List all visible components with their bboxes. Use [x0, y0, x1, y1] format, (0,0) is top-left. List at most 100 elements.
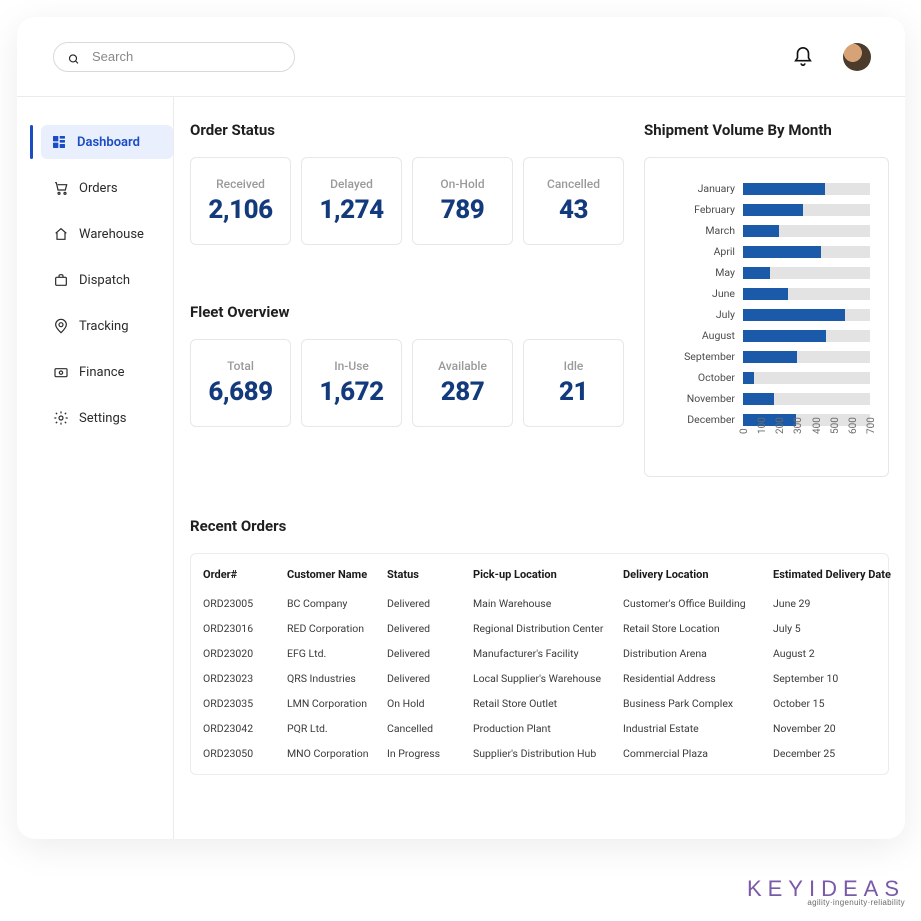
table-row[interactable]: ORD23005BC CompanyDeliveredMain Warehous… — [203, 591, 876, 616]
table-cell: November 20 — [773, 722, 893, 735]
stat-label: Total — [227, 359, 254, 373]
notifications-button[interactable] — [789, 43, 817, 71]
pin-icon — [53, 318, 69, 334]
chart-bar — [743, 225, 870, 237]
avatar[interactable] — [843, 43, 871, 71]
table-row[interactable]: ORD23035LMN CorporationOn HoldRetail Sto… — [203, 691, 876, 716]
table-cell: QRS Industries — [287, 672, 387, 685]
sidebar-item-label: Settings — [79, 411, 126, 426]
stat-label: In-Use — [334, 359, 369, 373]
stat-label: Idle — [564, 359, 584, 373]
sidebar-item-label: Tracking — [79, 319, 129, 334]
table-row[interactable]: ORD23023QRS IndustriesDeliveredLocal Sup… — [203, 666, 876, 691]
cart-icon — [53, 180, 69, 196]
order-status-title: Order Status — [190, 121, 628, 139]
chart-title: Shipment Volume By Month — [644, 121, 889, 139]
table-cell: Manufacturer's Facility — [473, 647, 623, 660]
table-cell: December 25 — [773, 747, 893, 760]
stat-label: Available — [438, 359, 487, 373]
main-content: Order Status Received2,106Delayed1,274On… — [174, 97, 905, 839]
home-icon — [53, 226, 69, 242]
chart-category-label: January — [651, 182, 743, 195]
table-cell: Retail Store Location — [623, 622, 773, 635]
chart-bar — [743, 246, 870, 258]
order-status-card-cancelled: Cancelled43 — [523, 157, 624, 245]
table-row[interactable]: ORD23020EFG Ltd.DeliveredManufacturer's … — [203, 641, 876, 666]
money-icon — [53, 364, 69, 380]
sidebar-item-orders[interactable]: Orders — [43, 171, 173, 205]
brand-footer: KEYIDEAS agility·ingenuity·reliability — [747, 876, 905, 907]
chart-bar — [743, 267, 870, 279]
table-row[interactable]: ORD23016RED CorporationDeliveredRegional… — [203, 616, 876, 641]
sidebar-item-dashboard[interactable]: Dashboard — [41, 125, 173, 159]
chart-category-label: August — [651, 329, 743, 342]
table-cell: BC Company — [287, 597, 387, 610]
table-cell: PQR Ltd. — [287, 722, 387, 735]
table-row[interactable]: ORD23050MNO CorporationIn ProgressSuppli… — [203, 741, 876, 766]
grid-icon — [51, 134, 67, 150]
table-cell: Delivered — [387, 647, 473, 660]
sidebar-item-label: Warehouse — [79, 227, 144, 242]
sidebar-item-dispatch[interactable]: Dispatch — [43, 263, 173, 297]
table-cell: July 5 — [773, 622, 893, 635]
stat-value: 1,274 — [319, 195, 383, 225]
table-cell: Delivered — [387, 622, 473, 635]
sidebar-item-tracking[interactable]: Tracking — [43, 309, 173, 343]
sidebar-item-label: Finance — [79, 365, 124, 380]
sidebar-item-finance[interactable]: Finance — [43, 355, 173, 389]
recent-orders-table: Order#Customer NameStatusPick-up Locatio… — [190, 553, 889, 775]
chart-tick: 600 — [848, 417, 859, 434]
chart-bar — [743, 372, 870, 384]
search-input[interactable] — [53, 42, 295, 72]
table-cell: Residential Address — [623, 672, 773, 685]
table-cell: Commercial Plaza — [623, 747, 773, 760]
table-cell: On Hold — [387, 697, 473, 710]
table-row[interactable]: ORD23042PQR Ltd.CancelledProduction Plan… — [203, 716, 876, 741]
chart-bar — [743, 393, 870, 405]
order-status-card-received: Received2,106 — [190, 157, 291, 245]
table-cell: Local Supplier's Warehouse — [473, 672, 623, 685]
table-cell: Delivered — [387, 597, 473, 610]
shipment-chart: JanuaryFebruaryMarchAprilMayJuneJulyAugu… — [644, 157, 889, 477]
sidebar-item-settings[interactable]: Settings — [43, 401, 173, 435]
table-cell: Customer's Office Building — [623, 597, 773, 610]
table-cell: ORD23035 — [203, 697, 287, 710]
table-cell: June 29 — [773, 597, 893, 610]
sidebar-item-warehouse[interactable]: Warehouse — [43, 217, 173, 251]
table-cell: Industrial Estate — [623, 722, 773, 735]
sidebar-item-label: Dashboard — [77, 135, 140, 150]
fleet-card-total: Total 6,689 — [190, 339, 291, 427]
search-icon — [68, 50, 80, 62]
fleet-card-available: Available287 — [412, 339, 513, 427]
table-cell: Main Warehouse — [473, 597, 623, 610]
stat-label: Received — [216, 177, 265, 191]
chart-tick: 700 — [866, 417, 877, 434]
chart-bar — [743, 204, 870, 216]
stat-value: 21 — [559, 377, 588, 407]
stat-value: 6,689 — [208, 377, 272, 407]
stat-label: Cancelled — [547, 177, 600, 191]
order-status-card-on-hold: On-Hold789 — [412, 157, 513, 245]
table-cell: October 15 — [773, 697, 893, 710]
table-cell: ORD23016 — [203, 622, 287, 635]
table-cell: ORD23005 — [203, 597, 287, 610]
sidebar-item-label: Dispatch — [79, 273, 130, 288]
chart-tick: 400 — [812, 417, 823, 434]
table-cell: ORD23050 — [203, 747, 287, 760]
table-cell: Production Plant — [473, 722, 623, 735]
table-cell: Regional Distribution Center — [473, 622, 623, 635]
chart-category-label: June — [651, 287, 743, 300]
table-cell: Cancelled — [387, 722, 473, 735]
table-cell: Business Park Complex — [623, 697, 773, 710]
chart-category-label: April — [651, 245, 743, 258]
fleet-card-in-use: In-Use1,672 — [301, 339, 402, 427]
order-status-card-delayed: Delayed1,274 — [301, 157, 402, 245]
table-header-cell: Delivery Location — [623, 568, 773, 581]
briefcase-icon — [53, 272, 69, 288]
table-cell: ORD23020 — [203, 647, 287, 660]
stat-label: On-Hold — [440, 177, 484, 191]
search-container — [53, 42, 295, 72]
chart-tick: 300 — [793, 417, 804, 434]
table-cell: RED Corporation — [287, 622, 387, 635]
chart-category-label: November — [651, 392, 743, 405]
